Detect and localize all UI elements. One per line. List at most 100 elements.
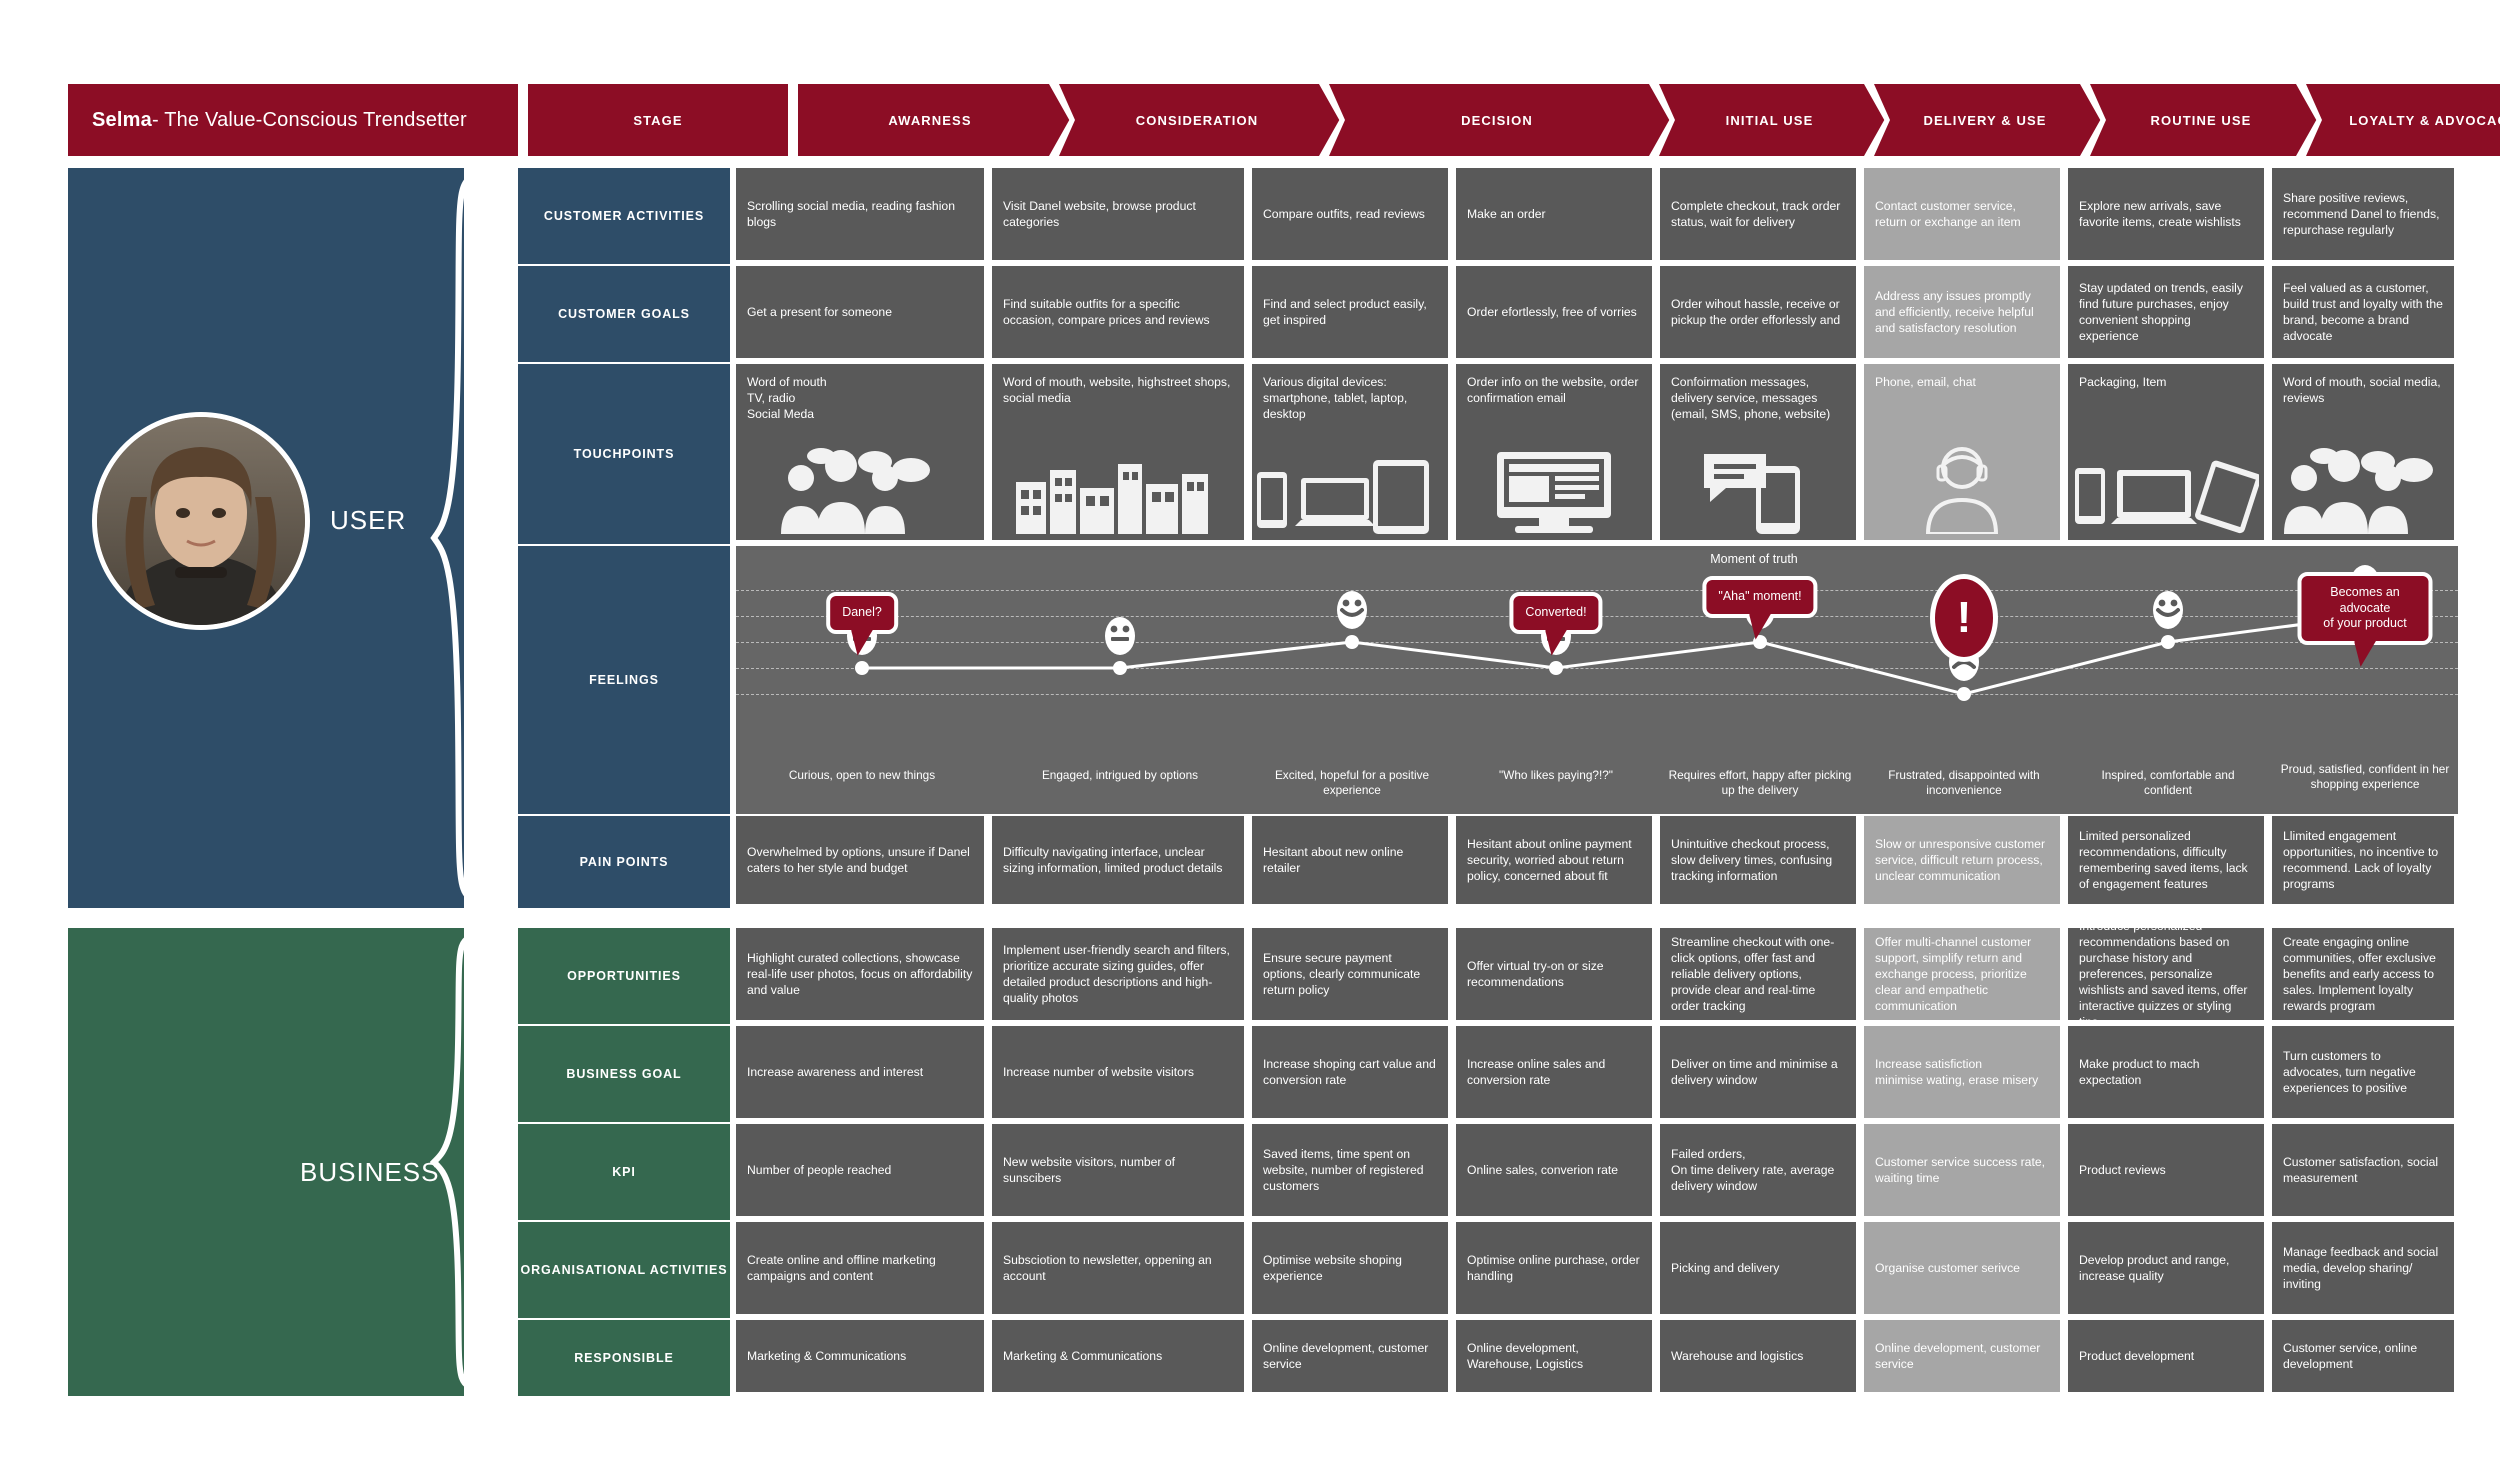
stage-header-initial-use[interactable]: INITIAL USE (1662, 84, 1877, 156)
journey-cell: Order wihout hassle, receive or pickup t… (1660, 266, 1856, 358)
devices-phone-tablet-laptop-icon (1255, 448, 1445, 538)
journey-cell: Offer multi-channel customer support, si… (1864, 928, 2060, 1020)
journey-cell: Make product to mach expectation (2068, 1026, 2264, 1118)
feelings-caption: Requires effort, happy after picking up … (1668, 768, 1852, 798)
cell-text: Unintuitive checkout process, slow deliv… (1671, 836, 1833, 884)
cell-text: Implement user-friendly search and filte… (1003, 942, 1230, 1006)
journey-cell: Phone, email, chat (1864, 364, 2060, 540)
journey-cell: Highlight curated collections, showcase … (736, 928, 984, 1020)
journey-cell: Hesitant about online payment security, … (1456, 816, 1652, 904)
cell-text: Online development, customer service (1263, 1340, 1429, 1371)
row-label-text: PAIN POINTS (579, 855, 669, 869)
journey-cell: Saved items, time spent on website, numb… (1252, 1124, 1448, 1216)
feelings-caption: Curious, open to new things (788, 768, 936, 782)
journey-cell: Optimise website shoping experience (1252, 1222, 1448, 1314)
cell-text: Optimise online purchase, order handling (1467, 1252, 1640, 1283)
cell-text: Marketing & Communications (747, 1348, 907, 1363)
cell-text: Confoirmation messages, delivery service… (1671, 375, 1831, 422)
journey-cell: Introduce personalized recommendations b… (2068, 919, 2264, 1029)
persona-photo-icon (97, 417, 305, 625)
journey-cell: Contact customer service, return or exch… (1864, 168, 2060, 260)
journey-cell: Create online and offline marketing camp… (736, 1222, 984, 1314)
cell-text: Marketing & Communications (1003, 1348, 1163, 1363)
cell-text: Offer virtual try-on or size recommendat… (1467, 958, 1604, 989)
journey-cell: Implement user-friendly search and filte… (992, 928, 1244, 1020)
journey-cell: Ensure secure payment options, clearly c… (1252, 928, 1448, 1020)
cell-text: Develop product and range, increase qual… (2079, 1252, 2230, 1283)
row-label-kpi: KPI (518, 1124, 730, 1220)
row-label-opportunities: OPPORTUNITIES (518, 928, 730, 1024)
journey-cell: Explore new arrivals, save favorite item… (2068, 168, 2264, 260)
cell-text: Packaging, Item (2079, 375, 2167, 389)
feelings-gridline (736, 694, 2458, 695)
cell-text: Increase satisfiction minimise wating, e… (1875, 1056, 2039, 1087)
journey-cell: Packaging, Item (2068, 364, 2264, 540)
journey-cell: Online sales, converion rate (1456, 1124, 1652, 1216)
cell-text: New website visitors, number of sunscibe… (1003, 1154, 1176, 1185)
stage-label: DECISION (1461, 112, 1533, 128)
cell-text: Order wihout hassle, receive or pickup t… (1671, 296, 1841, 327)
journey-cell: Difficulty navigating interface, unclear… (992, 816, 1244, 904)
stage-header-delivery-use[interactable]: DELIVERY & USE (1877, 84, 2093, 156)
journey-cell: Turn customers to advocates, turn negati… (2272, 1026, 2454, 1118)
stage-label: INITIAL USE (1725, 112, 1814, 128)
feelings-callout: "Aha" moment! (1702, 576, 1818, 640)
cell-text: Optimise website shoping experience (1263, 1252, 1402, 1283)
journey-cell: Various digital devices: smartphone, tab… (1252, 364, 1448, 540)
stage-header-loyalty-advocacy[interactable]: LOYALTY & ADVOCACY (2309, 84, 2500, 156)
feelings-callout: Converted! (1509, 592, 1603, 656)
cell-text: Saved items, time spent on website, numb… (1263, 1146, 1424, 1194)
cell-text: Customer service, online development (2283, 1340, 2418, 1371)
journey-cell: Offer virtual try-on or size recommendat… (1456, 928, 1652, 1020)
row-label-text: TOUCHPOINTS (573, 447, 675, 461)
journey-cell: Develop product and range, increase qual… (2068, 1222, 2264, 1314)
people-group-speech-icon (2278, 447, 2448, 538)
journey-cell: Increase shoping cart value and conversi… (1252, 1026, 1448, 1118)
journey-cell: Hesitant about new online retailer (1252, 816, 1448, 904)
cell-text: Various digital devices: smartphone, tab… (1263, 375, 1408, 422)
cell-text: Word of mouth, website, highstreet shops… (1003, 375, 1231, 406)
stage-column-header: STAGE (528, 84, 788, 156)
journey-cell: Number of people reached (736, 1124, 984, 1216)
feeling-face-happy-icon (2148, 590, 2188, 639)
journey-cell: Make an order (1456, 168, 1652, 260)
cell-text: Manage feedback and social media, develo… (2283, 1244, 2439, 1292)
cell-text: Feel valued as a customer, build trust a… (2283, 280, 2443, 344)
avatar (92, 412, 310, 630)
callout-text: Converted! (1525, 605, 1587, 619)
journey-cell: Create engaging online communities, offe… (2272, 928, 2454, 1020)
journey-cell: Get a present for someone (736, 266, 984, 358)
cell-text: Customer satisfaction, social measuremen… (2283, 1154, 2439, 1185)
moment-of-truth-label: Moment of truth (1710, 552, 1798, 566)
cell-text: Introduce personalized recommendations b… (2079, 918, 2248, 1030)
cell-text: Turn customers to advocates, turn negati… (2283, 1048, 2416, 1096)
journey-cell: Slow or unresponsive customer service, d… (1864, 816, 2060, 904)
journey-cell: Marketing & Communications (992, 1320, 1244, 1392)
stage-column-label: STAGE (633, 112, 683, 128)
feeling-face-neutral-icon (1100, 616, 1140, 665)
journey-cell: Streamline checkout with one-click optio… (1660, 928, 1856, 1020)
stage-header-routine-use[interactable]: ROUTINE USE (2093, 84, 2309, 156)
stage-header-consideration[interactable]: CONSIDERATION (1062, 84, 1332, 156)
journey-cell: Subsciotion to newsletter, oppening an a… (992, 1222, 1244, 1314)
journey-cell: Online development, customer service (1252, 1320, 1448, 1392)
cell-text: Streamline checkout with one-click optio… (1671, 934, 1835, 1014)
cell-text: Warehouse and logistics (1671, 1348, 1804, 1363)
cell-text: Slow or unresponsive customer service, d… (1875, 836, 2046, 884)
desktop-monitor-icon (1489, 448, 1619, 538)
journey-cell: Picking and delivery (1660, 1222, 1856, 1314)
stage-header-decision[interactable]: DECISION (1332, 84, 1662, 156)
journey-cell: Customer service success rate, waiting t… (1864, 1124, 2060, 1216)
persona-tagline: - The Value-Conscious Trendsetter (151, 108, 467, 131)
feelings-caption: Inspired, comfortable and confident (2101, 768, 2235, 798)
cell-text: Product reviews (2079, 1162, 2166, 1177)
journey-cell: Online development, customer service (1864, 1320, 2060, 1392)
journey-cell: Compare outfits, read reviews (1252, 168, 1448, 260)
cell-text: Word of mouth, social media, reviews (2283, 375, 2441, 406)
cell-text: Failed orders, On time delivery rate, av… (1671, 1146, 1835, 1194)
cell-text: Customer service success rate, waiting t… (1875, 1154, 2046, 1185)
cell-text: Increase online sales and conversion rat… (1467, 1056, 1606, 1087)
row-label-text: ORGANISATIONAL ACTIVITIES (520, 1263, 728, 1277)
stage-header-awarness[interactable]: AWARNESS (798, 84, 1062, 156)
journey-cell: Confoirmation messages, delivery service… (1660, 364, 1856, 540)
